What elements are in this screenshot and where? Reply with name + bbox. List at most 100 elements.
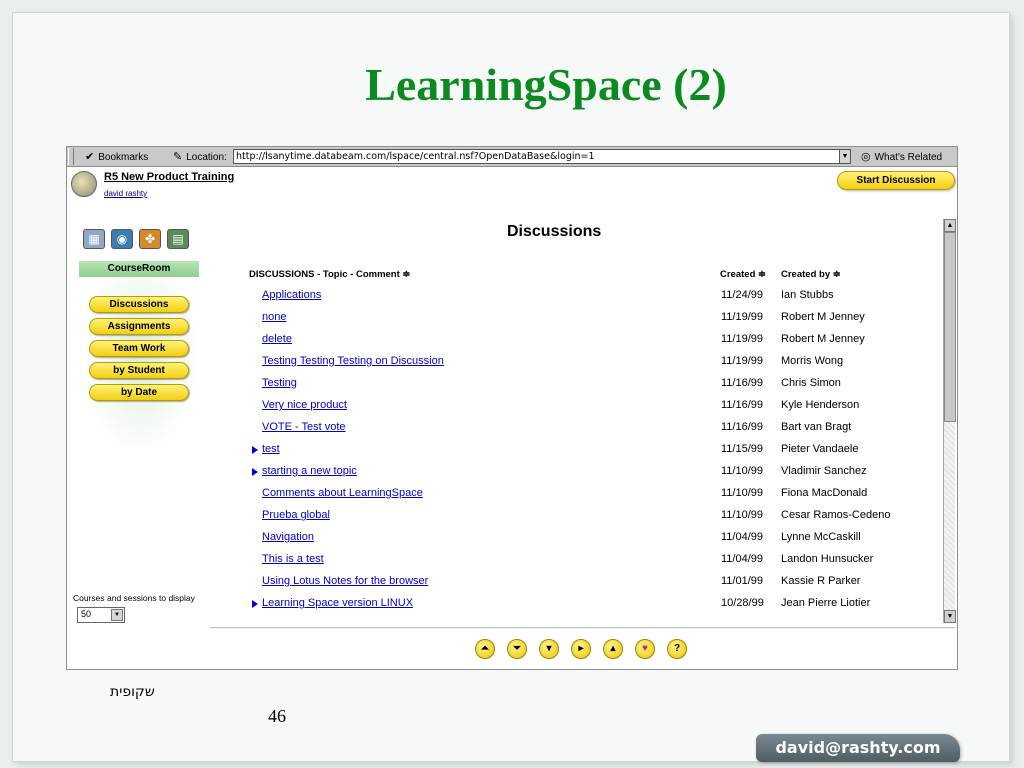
topic-link[interactable]: Comments about LearningSpace xyxy=(262,487,423,499)
location-toolbar: ✔ Bookmarks ✎ Location: http://lsanytime.d… xyxy=(67,147,957,167)
created-date: 11/10/99 xyxy=(721,487,764,499)
created-by: Landon Hunsucker xyxy=(781,553,874,565)
bookmarks-label: Bookmarks xyxy=(98,152,149,163)
topic-link[interactable]: Testing Testing Testing on Discussion xyxy=(262,355,444,367)
expand-arrow-icon[interactable] xyxy=(252,600,258,608)
nav-by-student-button[interactable]: by Student xyxy=(89,362,189,379)
created-date: 11/16/99 xyxy=(721,421,764,433)
topic-link[interactable]: test xyxy=(262,443,280,455)
expand-arrow-icon[interactable] xyxy=(252,446,258,454)
created-date: 11/04/99 xyxy=(721,553,764,565)
scroll-up-icon[interactable]: ▲ xyxy=(944,219,956,232)
created-by: Lynne McCaskill xyxy=(781,531,861,543)
created-by: Cesar Ramos-Cedeno xyxy=(781,509,891,521)
whats-related-label: What's Related xyxy=(874,152,943,163)
created-by: Kyle Henderson xyxy=(781,399,860,411)
bookmarks-icon: ✔ xyxy=(85,151,95,163)
created-by: Pieter Vandaele xyxy=(781,443,859,455)
page-title: Discussions xyxy=(507,223,602,240)
profiles-icon[interactable]: ▤ xyxy=(167,229,189,249)
created-by: Morris Wong xyxy=(781,355,844,367)
courseroom-icon[interactable]: ✤ xyxy=(139,229,161,249)
user-link[interactable]: david rashty xyxy=(104,189,147,198)
created-by: Fiona MacDonald xyxy=(781,487,868,499)
topic-link[interactable]: delete xyxy=(262,333,292,345)
topic-link[interactable]: Applications xyxy=(262,289,321,301)
heart-icon[interactable]: ♥ xyxy=(635,639,655,659)
created-date: 11/10/99 xyxy=(721,509,764,521)
created-date: 11/04/99 xyxy=(721,531,764,543)
topic-link[interactable]: VOTE - Test vote xyxy=(262,421,346,433)
browser-window: ✔ Bookmarks ✎ Location: http://lsanytime.d… xyxy=(66,146,958,670)
created-by: Vladimir Sanchez xyxy=(781,465,867,477)
created-by: Bart van Bragt xyxy=(781,421,852,433)
created-date: 11/24/99 xyxy=(721,289,764,301)
topic-link[interactable]: Using Lotus Notes for the browser xyxy=(262,575,428,587)
location-text: Location: xyxy=(186,152,227,163)
select-arrow-icon: ▼ xyxy=(111,609,123,621)
column-header-created[interactable]: Created ≑ xyxy=(720,269,766,280)
location-label: ✎ Location: xyxy=(173,150,227,163)
divider xyxy=(210,627,955,629)
scroll-down-icon[interactable]: ▼ xyxy=(944,610,956,623)
schedule-icon[interactable]: ▦ xyxy=(83,229,105,249)
created-by: Ian Stubbs xyxy=(781,289,834,301)
toolbar-grip[interactable] xyxy=(68,148,74,165)
created-date: 11/15/99 xyxy=(721,443,764,455)
topic-link[interactable]: Very nice product xyxy=(262,399,347,411)
email-badge: david@rashty.com xyxy=(756,734,960,762)
courseroom-header: CourseRoom xyxy=(79,261,199,277)
created-date: 11/19/99 xyxy=(721,311,764,323)
vertical-scrollbar[interactable]: ▲ ▼ xyxy=(943,219,956,623)
url-dropdown-icon[interactable]: ▼ xyxy=(839,149,851,164)
up-icon[interactable]: ▴ xyxy=(603,639,623,659)
created-by: Jean Pierre Liotier xyxy=(781,597,871,609)
play-icon[interactable]: ▸ xyxy=(571,639,591,659)
created-date: 10/28/99 xyxy=(721,597,764,609)
next-icon[interactable]: ▾ xyxy=(539,639,559,659)
topic-link[interactable]: Learning Space version LINUX xyxy=(262,597,413,609)
created-date: 11/16/99 xyxy=(721,377,764,389)
created-by: Kassie R Parker xyxy=(781,575,861,587)
nav-by-date-button[interactable]: by Date xyxy=(89,384,189,401)
expand-arrow-icon[interactable] xyxy=(252,468,258,476)
nav-discussions-button[interactable]: Discussions xyxy=(89,296,189,313)
course-logo xyxy=(71,171,97,197)
column-header-topic[interactable]: DISCUSSIONS - Topic - Comment ≑ xyxy=(249,269,410,280)
topic-link[interactable]: starting a new topic xyxy=(262,465,357,477)
column-header-created-by[interactable]: Created by ≑ xyxy=(781,269,841,280)
display-count-label: Courses and sessions to display xyxy=(73,593,195,603)
url-field[interactable]: http://lsanytime.databeam.com/lspace/cen… xyxy=(233,149,851,164)
topic-link[interactable]: This is a test xyxy=(262,553,324,565)
created-date: 11/19/99 xyxy=(721,333,764,345)
start-discussion-button[interactable]: Start Discussion xyxy=(837,171,955,190)
display-count-select[interactable]: 50 ▼ xyxy=(77,607,125,623)
expand-all-icon[interactable]: ⏷ xyxy=(507,639,527,659)
created-date: 11/10/99 xyxy=(721,465,764,477)
topic-link[interactable]: Navigation xyxy=(262,531,314,543)
course-title-link[interactable]: R5 New Product Training xyxy=(104,171,234,183)
created-by: Robert M Jenney xyxy=(781,311,865,323)
created-by: Chris Simon xyxy=(781,377,841,389)
topic-link[interactable]: none xyxy=(262,311,286,323)
created-date: 11/01/99 xyxy=(721,575,764,587)
nav-team-work-button[interactable]: Team Work xyxy=(89,340,189,357)
created-by: Robert M Jenney xyxy=(781,333,865,345)
help-icon[interactable]: ? xyxy=(667,639,687,659)
slide-title: LearningSpace (2) xyxy=(365,59,727,110)
slide-number: 46 xyxy=(268,706,286,726)
created-date: 11/16/99 xyxy=(721,399,764,411)
scroll-thumb[interactable] xyxy=(944,232,956,422)
location-icon: ✎ xyxy=(173,151,183,163)
slide-footer-label: שקופית xyxy=(110,684,155,700)
globe-icon: ◎ xyxy=(861,151,871,163)
topic-link[interactable]: Prueba global xyxy=(262,509,330,521)
nav-assignments-button[interactable]: Assignments xyxy=(89,318,189,335)
collapse-all-icon[interactable]: ⏶ xyxy=(475,639,495,659)
media-center-icon[interactable]: ◉ xyxy=(111,229,133,249)
display-count-value: 50 xyxy=(81,609,92,619)
created-date: 11/19/99 xyxy=(721,355,764,367)
topic-link[interactable]: Testing xyxy=(262,377,297,389)
bookmarks-button[interactable]: ✔ Bookmarks xyxy=(85,150,148,163)
whats-related-button[interactable]: ◎ What's Related xyxy=(861,150,942,163)
